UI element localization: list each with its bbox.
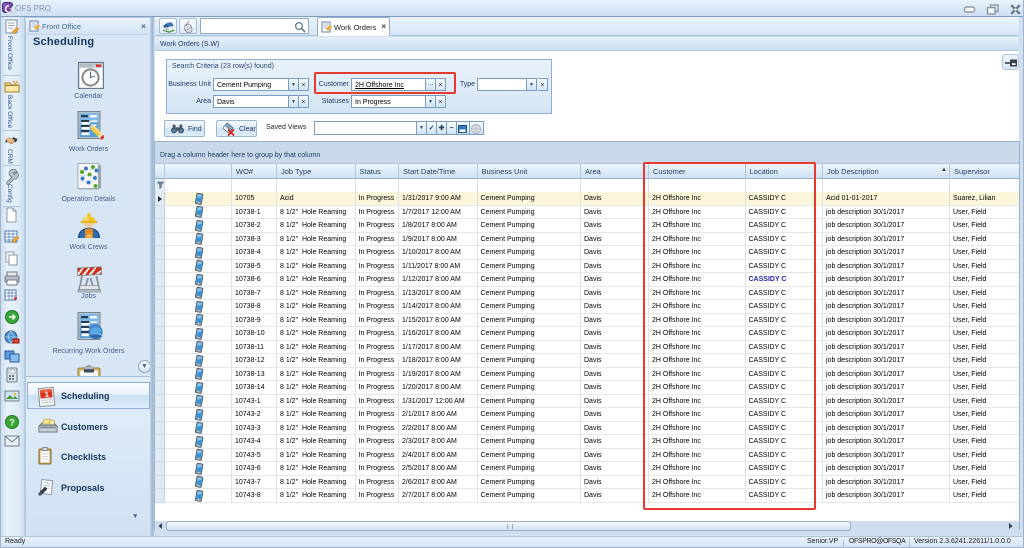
svg-text:?: ? [9, 418, 15, 428]
